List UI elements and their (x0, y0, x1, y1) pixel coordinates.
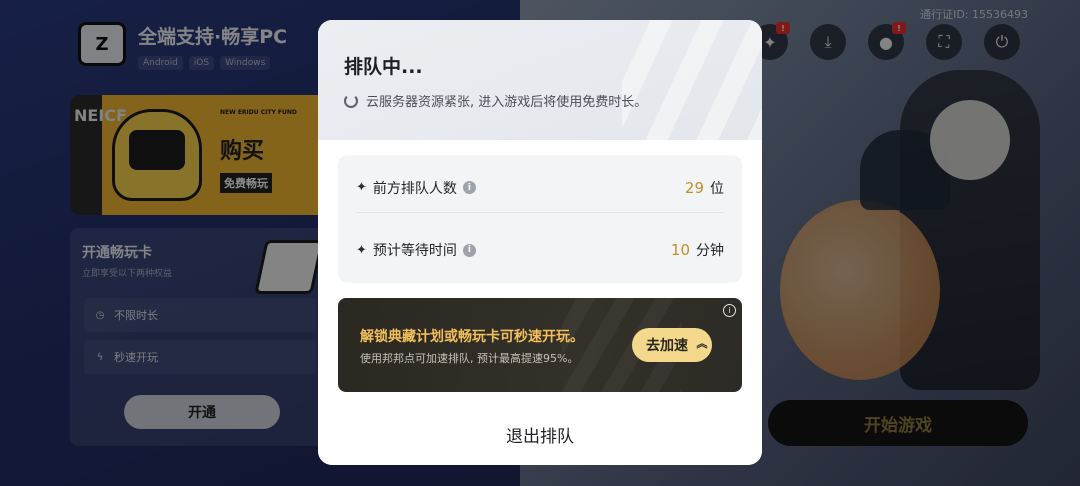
info-icon[interactable]: i (462, 243, 476, 257)
stat-unit: 分钟 (696, 243, 724, 259)
promo-main-text: 解锁典藏计划或畅玩卡可秒速开玩。 (360, 329, 584, 345)
sparkle-icon: ✦ (356, 242, 367, 258)
queue-position-value: 29 (684, 178, 704, 197)
queue-position-row: ✦ 前方排队人数 i 29 位 (356, 163, 724, 213)
dialog-body: ✦ 前方排队人数 i 29 位 ✦ 预计等待时间 i 10 分钟 解锁典藏计划或… (318, 140, 762, 465)
stat-label: 预计等待时间 (372, 243, 457, 259)
stat-unit: 位 (710, 180, 724, 197)
sparkle-icon: ✦ (356, 180, 367, 195)
speed-up-label: 去加速 (646, 337, 688, 353)
dialog-title: 排队中... (344, 56, 423, 78)
queue-stats: ✦ 前方排队人数 i 29 位 ✦ 预计等待时间 i 10 分钟 (338, 155, 742, 283)
server-notice: 云服务器资源紧张, 进入游戏后将使用免费时长。 (344, 91, 736, 110)
speed-up-button[interactable]: 去加速 ︽ (632, 328, 712, 362)
refresh-icon (344, 93, 358, 108)
dialog-header: 排队中... 云服务器资源紧张, 进入游戏后将使用免费时长。 (318, 20, 762, 140)
speedup-promo: 解锁典藏计划或畅玩卡可秒速开玩。 使用邦邦点可加速排队, 预计最高提速95%。 … (338, 298, 742, 392)
info-icon[interactable]: i (462, 181, 476, 194)
info-icon[interactable]: i (723, 304, 736, 317)
chevron-up-icon: ︽ (696, 338, 708, 350)
quit-queue-button[interactable]: 退出排队 (318, 422, 762, 447)
stat-label: 前方排队人数 (372, 180, 457, 197)
promo-sub-text: 使用邦邦点可加速排队, 预计最高提速95%。 (360, 352, 579, 365)
wait-time-value: 10 (670, 241, 690, 259)
notice-text: 云服务器资源紧张, 进入游戏后将使用免费时长。 (366, 95, 648, 110)
wait-time-row: ✦ 预计等待时间 i 10 分钟 (356, 225, 724, 275)
queue-dialog: 排队中... 云服务器资源紧张, 进入游戏后将使用免费时长。 ✦ 前方排队人数 … (318, 20, 762, 465)
